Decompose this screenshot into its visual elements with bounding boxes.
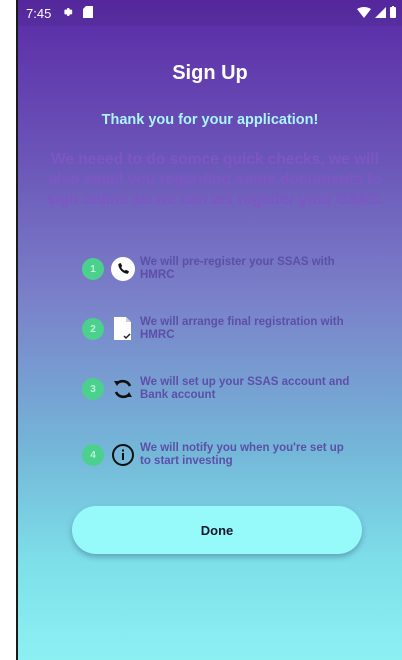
- document-icon: [110, 316, 136, 342]
- step-number-badge: 1: [82, 258, 104, 280]
- sync-icon: [110, 376, 136, 402]
- step-text: We will set up your SSAS account and Ban…: [140, 376, 350, 401]
- sd-card-icon: [83, 5, 94, 21]
- phone-icon: [110, 256, 136, 282]
- battery-icon: [390, 5, 396, 21]
- status-bar: 7:45: [18, 0, 402, 26]
- thank-you-subtitle: Thank you for your application!: [101, 112, 319, 128]
- description-text: We neeed to do somce quick checks, we wi…: [46, 151, 384, 208]
- step-text: We will notify you when you're set up to…: [140, 442, 344, 467]
- step-number-badge: 4: [82, 444, 104, 466]
- step-text: We will arrange final registration with …: [140, 316, 344, 341]
- info-icon: [110, 442, 136, 468]
- step-item: 3 We will set up your SSAS account and B…: [82, 374, 352, 410]
- gear-icon: [61, 6, 73, 21]
- step-item: 4 We will notify you when you're set up …: [82, 440, 352, 476]
- step-item: 1 We will pre-register your SSAS with HM…: [82, 254, 352, 290]
- app-screen: 7:45 Sign Up Thank you for your applicat…: [16, 0, 402, 660]
- step-text: We will pre-register your SSAS with HMRC: [140, 256, 335, 281]
- status-time: 7:45: [26, 5, 52, 21]
- done-button[interactable]: Done: [72, 506, 362, 554]
- step-number-badge: 2: [82, 318, 104, 340]
- wifi-icon: [357, 6, 371, 21]
- step-number-badge: 3: [82, 378, 104, 400]
- page-title: Sign Up: [172, 62, 248, 84]
- step-item: 2 We will arrange final registration wit…: [82, 314, 352, 350]
- cell-signal-icon: [375, 6, 386, 21]
